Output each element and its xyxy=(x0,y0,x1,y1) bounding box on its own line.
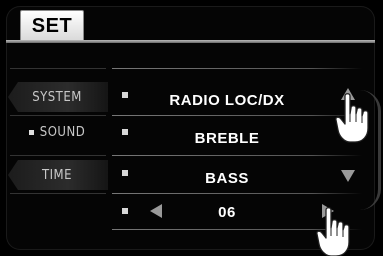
category-system[interactable]: SYSTEM xyxy=(8,82,106,112)
list-bullet xyxy=(122,170,128,176)
category-sound-label: SOUND xyxy=(39,124,86,140)
category-sound[interactable]: SOUND xyxy=(8,117,106,147)
category-time-label: TIME xyxy=(41,167,73,183)
list-bullet xyxy=(122,92,128,98)
setting-radio-loc-dx-label: RADIO LOC/DX xyxy=(169,91,285,109)
pointing-hand-icon xyxy=(335,93,369,143)
tab-set-label: SET xyxy=(31,14,73,37)
category-system-label: SYSTEM xyxy=(32,89,82,105)
list-bullet xyxy=(122,208,128,214)
list-bullet xyxy=(122,129,128,135)
setting-breble-label: BREBLE xyxy=(194,129,260,147)
setting-bass[interactable]: BASS xyxy=(132,166,322,190)
category-time[interactable]: TIME xyxy=(8,160,106,190)
category-divider xyxy=(10,193,106,194)
category-divider xyxy=(10,115,106,116)
setting-radio-loc-dx[interactable]: RADIO LOC/DX xyxy=(132,88,322,112)
row-divider xyxy=(112,115,362,116)
triangle-down-icon[interactable] xyxy=(340,168,356,184)
pointing-hand-icon xyxy=(316,207,350,256)
tab-underline xyxy=(6,40,375,43)
setting-breble[interactable]: BREBLE xyxy=(132,126,322,150)
tab-set[interactable]: SET xyxy=(20,10,84,42)
settings-screen: SET SYSTEM SOUND TIME RADIO LOC/DX BREBL… xyxy=(0,0,383,256)
value-display-text: 06 xyxy=(218,203,236,221)
triangle-left-icon[interactable] xyxy=(148,203,164,219)
row-divider xyxy=(112,193,362,194)
setting-bass-label: BASS xyxy=(205,169,249,187)
category-divider xyxy=(10,68,106,69)
selected-indicator xyxy=(28,129,34,135)
category-divider xyxy=(10,155,106,156)
row-divider xyxy=(112,155,362,156)
row-divider xyxy=(112,68,362,69)
